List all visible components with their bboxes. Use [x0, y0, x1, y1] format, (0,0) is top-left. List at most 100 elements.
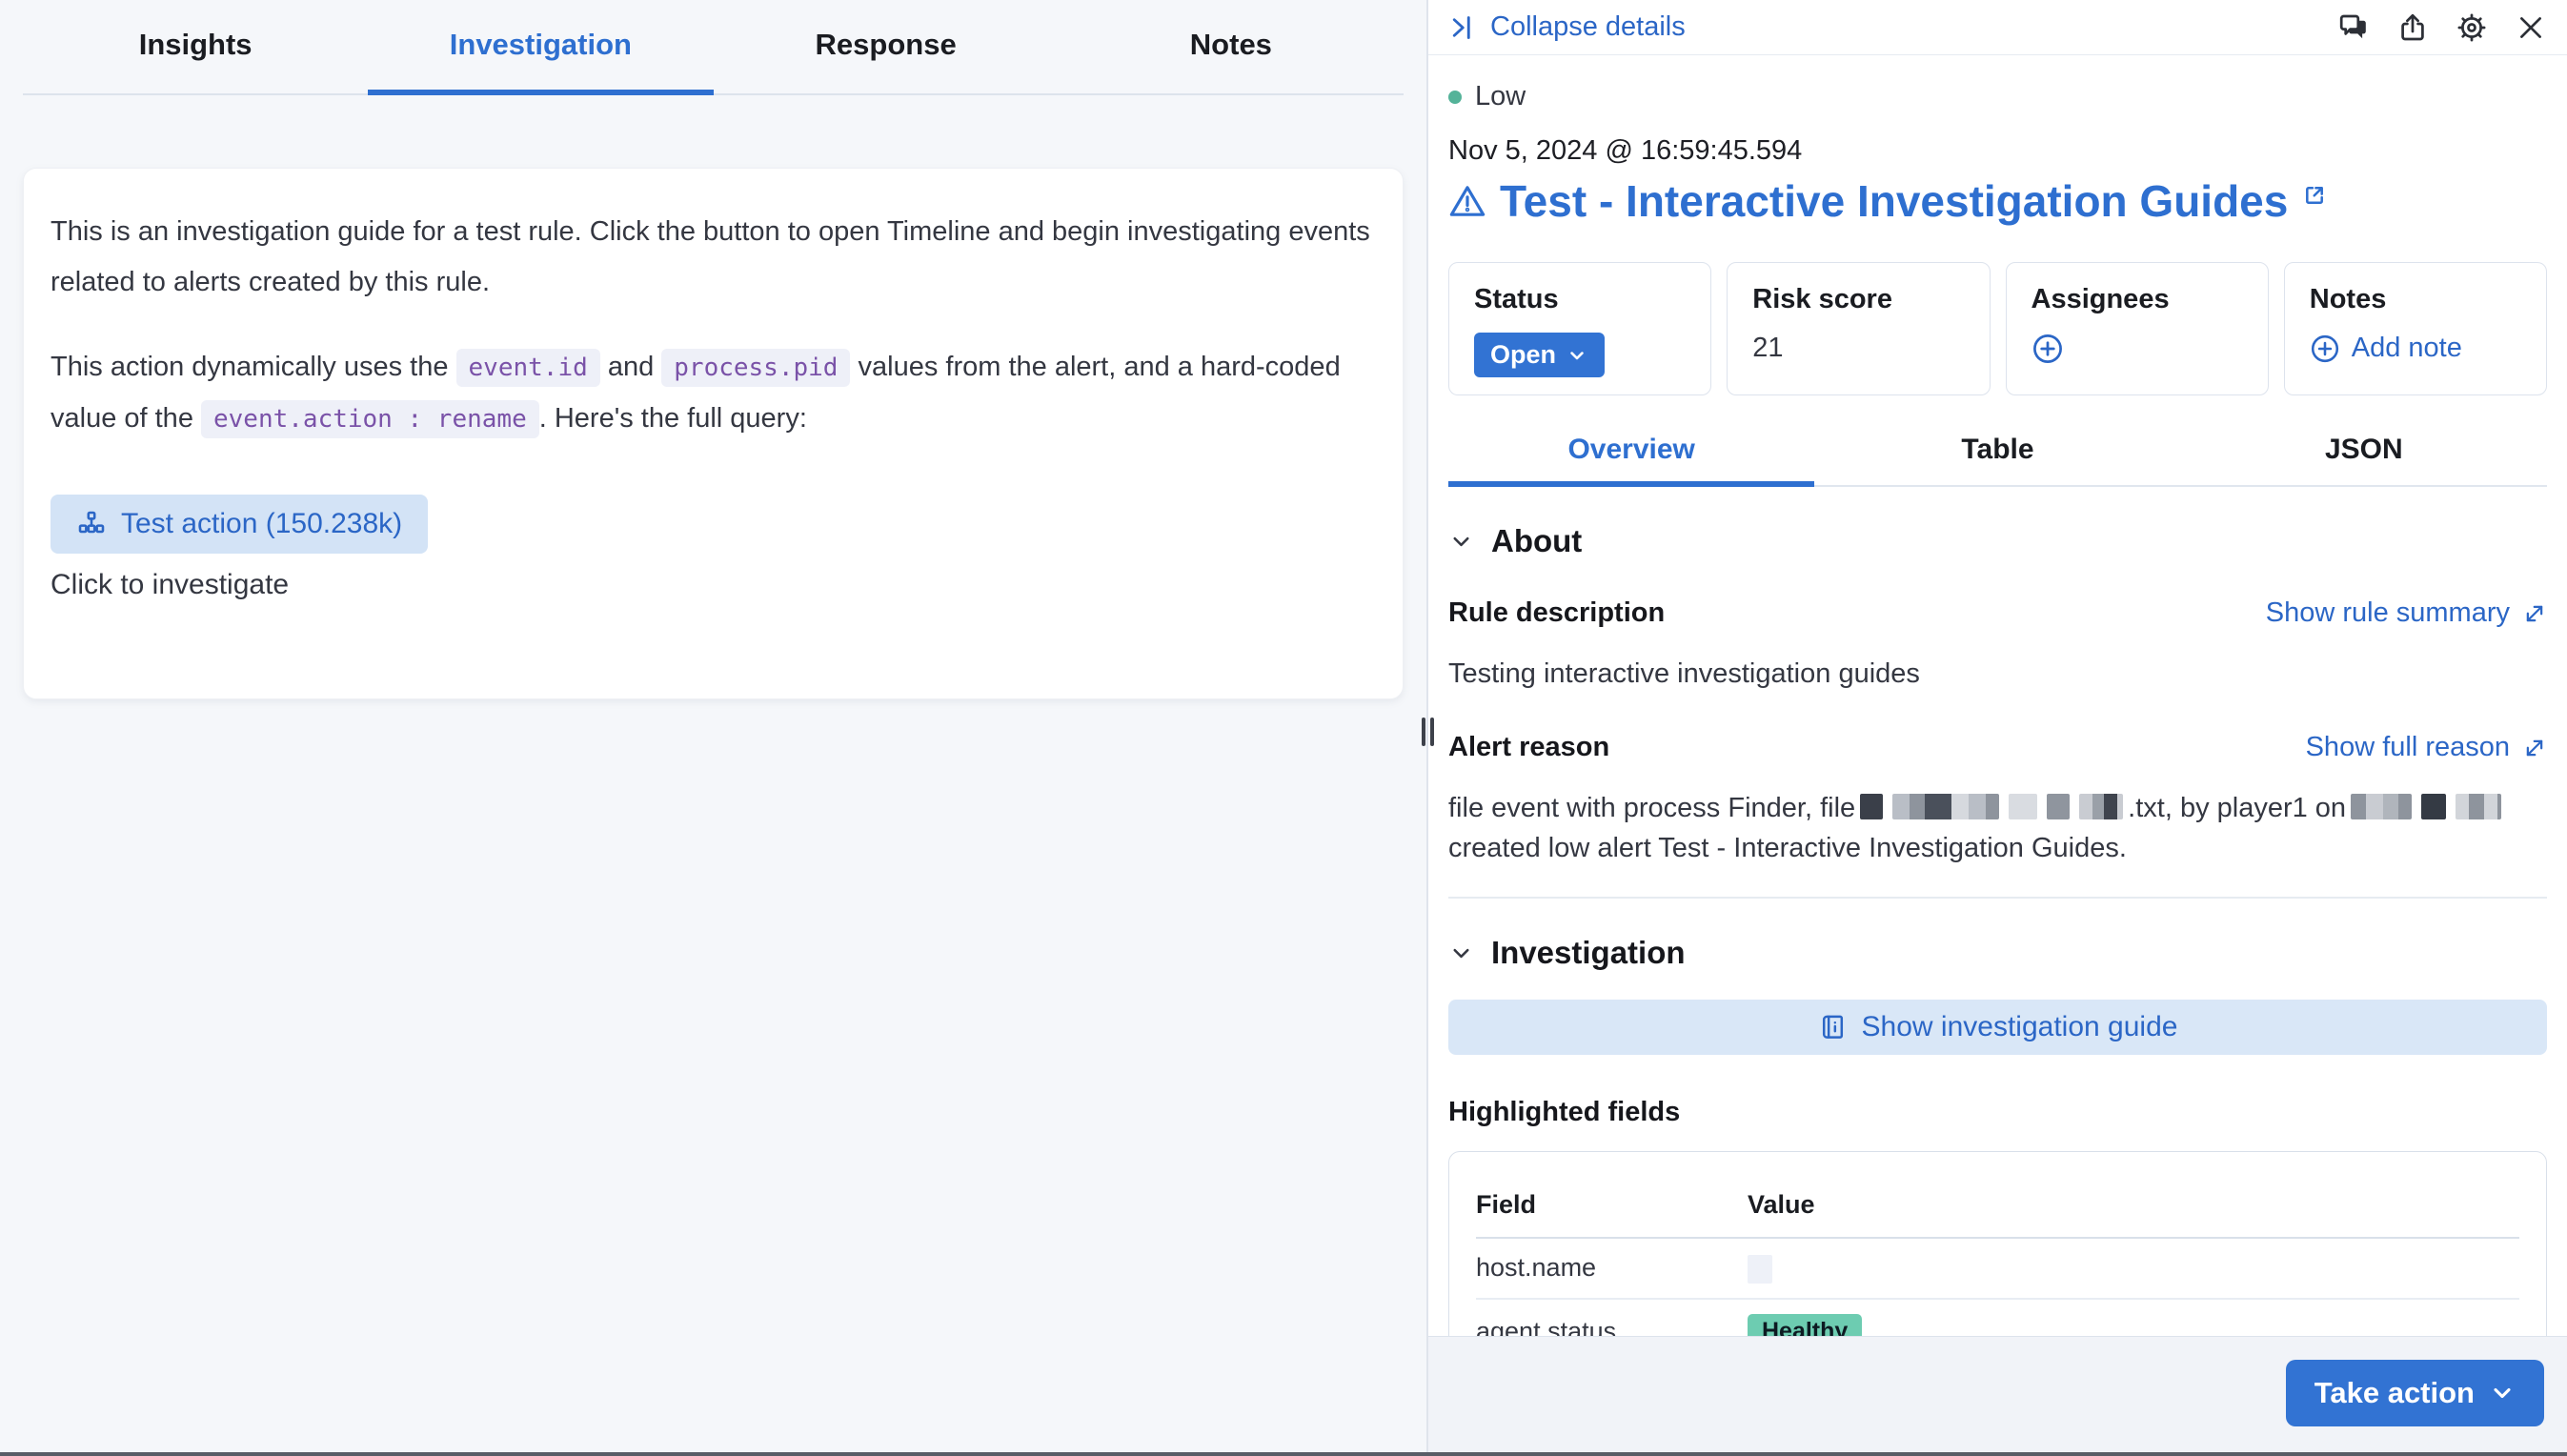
- rule-description-label: Rule description: [1448, 597, 1665, 629]
- test-action-label: Test action (150.238k): [121, 508, 402, 540]
- tab-investigation[interactable]: Investigation: [368, 0, 713, 95]
- notes-card: Notes Add note: [2284, 262, 2547, 395]
- alert-details-flyout: Collapse details: [1428, 0, 2567, 1456]
- redacted-block: [2421, 794, 2446, 819]
- alert-reason-label: Alert reason: [1448, 732, 1609, 763]
- alert-timestamp: Nov 5, 2024 @ 16:59:45.594: [1448, 135, 2547, 167]
- about-section-toggle[interactable]: About: [1448, 523, 2547, 559]
- window-bottom-edge: [0, 1452, 2567, 1456]
- show-investigation-guide-button[interactable]: Show investigation guide: [1448, 1000, 2547, 1055]
- take-action-button[interactable]: Take action: [2286, 1360, 2544, 1426]
- chevron-down-icon: [2489, 1380, 2516, 1406]
- tab-notes[interactable]: Notes: [1059, 0, 1404, 95]
- left-preview-panel: Insights Investigation Response Notes Th…: [0, 0, 1426, 1456]
- guide-p2-text: This action dynamically uses the: [51, 352, 456, 382]
- gear-icon[interactable]: [2456, 12, 2487, 43]
- rule-description-text: Testing interactive investigation guides: [1448, 654, 2547, 694]
- add-assignee-icon[interactable]: [2031, 333, 2064, 365]
- panel-resize-handle[interactable]: [1417, 717, 1438, 747]
- flyout-header: Collapse details: [1428, 0, 2567, 55]
- assignees-title: Assignees: [2031, 284, 2243, 315]
- reason-part-2: .txt, by player1 on: [2128, 793, 2346, 823]
- investigation-section-toggle[interactable]: Investigation: [1448, 935, 2547, 971]
- notes-title: Notes: [2310, 284, 2521, 315]
- redacted-block: [2456, 794, 2501, 819]
- field-agent-status: agent.status: [1476, 1299, 1748, 1336]
- chevron-down-icon: [1566, 344, 1588, 367]
- status-value: Open: [1490, 340, 1556, 370]
- code-process-pid: process.pid: [661, 349, 850, 387]
- tab-table[interactable]: Table: [1814, 422, 2180, 487]
- show-investigation-guide-label: Show investigation guide: [1862, 1011, 2178, 1043]
- risk-score-value: 21: [1752, 333, 1783, 364]
- severity-row: Low: [1448, 81, 2547, 112]
- reason-part-1: file event with process Finder, file: [1448, 793, 1855, 823]
- guide-p2-after: . Here's the full query:: [539, 403, 807, 434]
- investigation-guide-card: This is an investigation guide for a tes…: [23, 168, 1404, 699]
- click-to-investigate-caption: Click to investigate: [51, 569, 1376, 601]
- close-icon[interactable]: [2516, 12, 2546, 43]
- table-row: agent.status Healthy: [1476, 1299, 2519, 1336]
- redacted-block: [1892, 794, 1999, 819]
- left-tab-bar: Insights Investigation Response Notes: [23, 0, 1404, 95]
- field-host-name: host.name: [1476, 1238, 1748, 1299]
- status-card-title: Status: [1474, 284, 1686, 315]
- tab-json[interactable]: JSON: [2181, 422, 2547, 487]
- severity-label: Low: [1475, 81, 1526, 112]
- collapse-details-label: Collapse details: [1490, 11, 1686, 43]
- alert-details-window: Insights Investigation Response Notes Th…: [0, 0, 2567, 1456]
- redacted-block: [2047, 794, 2070, 819]
- status-card: Status Open: [1448, 262, 1711, 395]
- external-link-icon[interactable]: [2301, 182, 2328, 209]
- tab-insights[interactable]: Insights: [23, 0, 368, 95]
- severity-dot-icon: [1448, 91, 1462, 104]
- tab-response[interactable]: Response: [714, 0, 1059, 95]
- book-icon: [1818, 1013, 1848, 1042]
- show-full-reason-link[interactable]: Show full reason: [2306, 732, 2547, 763]
- chevron-down-icon: [1448, 529, 1474, 555]
- test-action-button[interactable]: Test action (150.238k): [51, 495, 428, 554]
- details-tab-bar: Overview Table JSON: [1448, 422, 2547, 487]
- redacted-block: [2079, 794, 2123, 819]
- plus-circle-icon: [2310, 334, 2340, 364]
- show-full-reason-label: Show full reason: [2306, 732, 2510, 763]
- section-divider: [1448, 897, 2547, 899]
- tab-overview[interactable]: Overview: [1448, 422, 1814, 487]
- status-open-dropdown[interactable]: Open: [1474, 333, 1605, 377]
- redacted-host-name-value: [1748, 1255, 1772, 1284]
- alert-reason-text: file event with process Finder, file .txt…: [1448, 788, 2547, 868]
- collapse-icon: [1449, 13, 1478, 42]
- show-rule-summary-link[interactable]: Show rule summary: [2266, 597, 2547, 629]
- flyout-footer: Take action: [1428, 1336, 2567, 1456]
- chevron-down-icon: [1448, 940, 1474, 966]
- collapse-details-button[interactable]: Collapse details: [1449, 11, 1686, 43]
- guide-paragraph-1: This is an investigation guide for a tes…: [51, 207, 1376, 308]
- add-note-label: Add note: [2352, 333, 2462, 364]
- summary-cards-row: Status Open Risk score 21: [1448, 262, 2547, 395]
- flyout-body: Low Nov 5, 2024 @ 16:59:45.594 Test - In…: [1428, 56, 2567, 1336]
- risk-score-title: Risk score: [1752, 284, 1964, 315]
- expand-icon: [2522, 601, 2547, 626]
- highlighted-fields-table: Field Value host.name agent.status Healt…: [1476, 1175, 2519, 1336]
- warning-triangle-icon: [1448, 182, 1486, 220]
- alert-rule-title[interactable]: Test - Interactive Investigation Guides: [1500, 174, 2288, 228]
- share-icon[interactable]: [2397, 12, 2428, 43]
- value-column-header: Value: [1748, 1175, 2519, 1238]
- code-event-action-rename: event.action : rename: [201, 400, 539, 438]
- field-column-header: Field: [1476, 1175, 1748, 1238]
- reason-part-3: created low alert Test - Interactive Inv…: [1448, 833, 2127, 863]
- agent-status-badge: Healthy: [1748, 1314, 1862, 1336]
- comments-icon[interactable]: [2338, 12, 2369, 43]
- highlighted-fields-panel: Field Value host.name agent.status Healt…: [1448, 1151, 2547, 1336]
- guide-paragraph-2: This action dynamically uses the event.i…: [51, 342, 1376, 445]
- show-rule-summary-label: Show rule summary: [2266, 597, 2510, 629]
- expand-icon: [2522, 736, 2547, 760]
- take-action-label: Take action: [2314, 1376, 2475, 1410]
- redacted-block: [2009, 794, 2037, 819]
- investigation-heading: Investigation: [1491, 935, 1686, 971]
- alert-title-row: Test - Interactive Investigation Guides: [1448, 174, 2547, 228]
- guide-p2-and: and: [600, 352, 662, 382]
- redacted-block: [2351, 794, 2412, 819]
- add-note-button[interactable]: Add note: [2310, 333, 2462, 364]
- assignees-card: Assignees: [2006, 262, 2269, 395]
